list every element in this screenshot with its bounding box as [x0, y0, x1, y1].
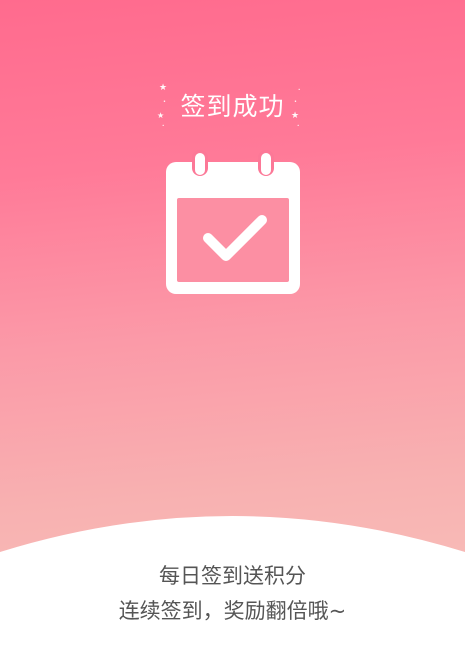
sparkle-icon: • — [162, 123, 165, 128]
title-section: ★ • ★ • • ★ • • 签到成功 — [0, 82, 465, 132]
calendar-check-icon — [166, 150, 300, 294]
signin-success-screen: ★ • ★ • • ★ • • 签到成功 每日签到送积分 连续签到，奖励翻倍哦~ — [0, 0, 465, 667]
sparkle-icon: • — [297, 123, 300, 128]
footer-line-2: 连续签到，奖励翻倍哦~ — [118, 599, 347, 623]
footer-line-1: 每日签到送积分 — [159, 564, 306, 588]
page-title: 签到成功 — [180, 92, 285, 121]
